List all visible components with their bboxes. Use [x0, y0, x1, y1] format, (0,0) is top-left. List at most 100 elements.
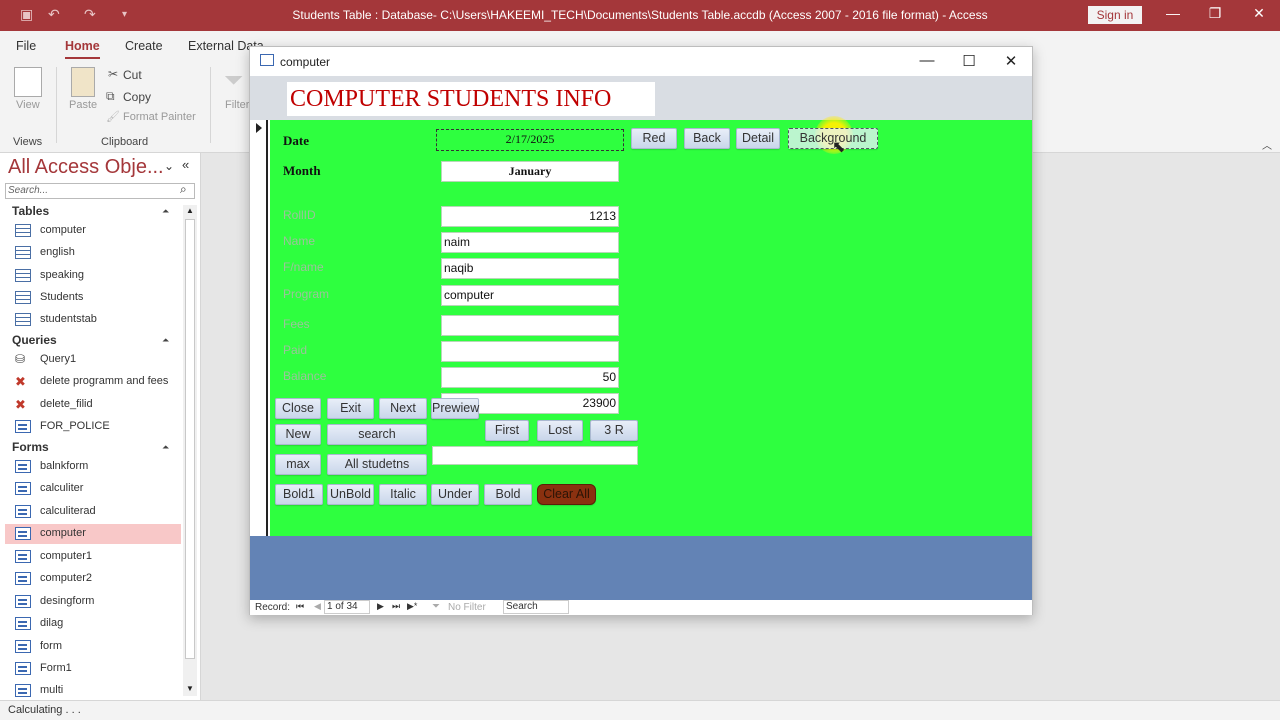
name-field[interactable]: naim [441, 232, 619, 253]
shutter-bar-icon[interactable]: « [182, 157, 189, 172]
record-search-input[interactable]: Search [503, 600, 569, 614]
nav-item-table-computer[interactable]: computer [5, 221, 181, 241]
nav-item-form-desingform[interactable]: desingform [5, 592, 181, 612]
scroll-up-icon[interactable]: ▲ [186, 206, 194, 215]
nav-item-form-balnkform[interactable]: balnkform [5, 457, 181, 477]
new-button[interactable]: New [275, 424, 321, 445]
nav-item-query1[interactable]: ⛁ Query1 [5, 350, 181, 370]
search-button[interactable]: search [327, 424, 427, 445]
new-record-icon[interactable]: ▶* [407, 601, 417, 612]
copy-icon[interactable]: ⧉ [106, 89, 115, 104]
previous-record-icon[interactable]: ◀ [314, 601, 321, 612]
filter-icon[interactable]: ⏷ [224, 67, 243, 95]
nav-section-queries[interactable]: Queries [12, 333, 57, 347]
search-value-field[interactable] [432, 446, 638, 465]
nav-title[interactable]: All Access Obje... [8, 156, 164, 179]
form-minimize-icon[interactable]: — [912, 52, 942, 69]
first-record-icon[interactable]: ⏮ [296, 601, 304, 612]
under-button[interactable]: Under [431, 484, 479, 505]
filter-label[interactable]: Filter [225, 99, 249, 111]
collapse-forms-icon[interactable]: ⏶ [162, 442, 169, 453]
format-painter-button[interactable]: Format Painter [123, 111, 196, 123]
filter-status[interactable]: No Filter [448, 602, 486, 613]
scroll-down-icon[interactable]: ▼ [186, 684, 194, 693]
cut-button[interactable]: Cut [123, 68, 142, 82]
nav-item-form-calculiter[interactable]: calculiter [5, 479, 181, 499]
nav-item-form-form[interactable]: form [5, 637, 181, 657]
nav-search-input[interactable]: Search... [5, 183, 195, 199]
nav-item-delete-programm[interactable]: ✖ delete programm and fees [5, 372, 181, 392]
detail-button[interactable]: Detail [736, 128, 780, 149]
nav-item-form-computer1[interactable]: computer1 [5, 547, 181, 567]
tab-home[interactable]: Home [65, 39, 100, 59]
rollid-field[interactable]: 1213 [441, 206, 619, 227]
sign-in-button[interactable]: Sign in [1088, 6, 1142, 24]
lost-button[interactable]: Lost [537, 420, 583, 441]
nav-menu-icon[interactable]: ⌄ [164, 159, 174, 173]
nav-section-forms[interactable]: Forms [12, 440, 49, 454]
restore-icon[interactable]: ❐ [1200, 5, 1230, 22]
exit-button[interactable]: Exit [327, 398, 374, 419]
paste-icon[interactable] [71, 67, 95, 97]
form-window-titlebar[interactable]: computer — ☐ ✕ [250, 47, 1032, 76]
nav-section-tables[interactable]: Tables [12, 204, 49, 218]
copy-button[interactable]: Copy [123, 90, 151, 104]
next-record-icon[interactable]: ▶ [377, 601, 384, 612]
preview-button[interactable]: Prewiew [431, 398, 479, 419]
paste-label[interactable]: Paste [69, 99, 97, 111]
collapse-queries-icon[interactable]: ⏶ [162, 335, 169, 346]
nav-item-table-english[interactable]: english [5, 243, 181, 263]
program-field[interactable]: computer [441, 285, 619, 306]
form-maximize-icon[interactable]: ☐ [954, 52, 984, 70]
close-icon[interactable]: ✕ [1244, 5, 1274, 22]
collapse-ribbon-icon[interactable]: ︿ [1262, 137, 1272, 152]
back-button[interactable]: Back [684, 128, 730, 149]
format-painter-icon[interactable]: 🖌 [106, 110, 120, 123]
tab-create[interactable]: Create [125, 39, 163, 53]
nav-item-for-police[interactable]: FOR_POLICE [5, 417, 181, 437]
minimize-icon[interactable]: — [1158, 5, 1188, 21]
first-button[interactable]: First [485, 420, 529, 441]
search-icon[interactable]: ⌕ [180, 182, 187, 197]
record-label: Record: [255, 602, 291, 613]
nav-item-table-speaking[interactable]: speaking [5, 266, 181, 286]
balance-field[interactable]: 50 [441, 367, 619, 388]
fees-field[interactable] [441, 315, 619, 336]
record-selector[interactable] [250, 120, 268, 536]
month-label: Month [283, 163, 321, 178]
form-close-icon[interactable]: ✕ [996, 52, 1026, 70]
nav-item-form-dilag[interactable]: dilag [5, 614, 181, 634]
fname-field[interactable]: naqib [441, 258, 619, 279]
collapse-tables-icon[interactable]: ⏶ [162, 206, 169, 217]
red-button[interactable]: Red [631, 128, 677, 149]
view-icon[interactable] [14, 67, 42, 97]
all-students-button[interactable]: All studetns [327, 454, 427, 475]
current-record-field[interactable]: 1 of 34 [324, 600, 370, 614]
cut-icon[interactable]: ✂ [108, 67, 118, 81]
next-button[interactable]: Next [379, 398, 427, 419]
view-label[interactable]: View [16, 99, 40, 111]
bold-button[interactable]: Bold [484, 484, 532, 505]
bold1-button[interactable]: Bold1 [275, 484, 323, 505]
clear-all-button[interactable]: Clear All [537, 484, 596, 505]
max-button[interactable]: max [275, 454, 321, 475]
last-record-icon[interactable]: ⏭ [392, 601, 400, 612]
nav-item-form-form1[interactable]: Form1 [5, 659, 181, 679]
3r-button[interactable]: 3 R [590, 420, 638, 441]
month-field[interactable]: January [441, 161, 619, 182]
paid-field[interactable] [441, 341, 619, 362]
scroll-thumb[interactable] [185, 219, 195, 659]
nav-item-delete-filid[interactable]: ✖ delete_filid [5, 395, 181, 415]
nav-item-form-computer2[interactable]: computer2 [5, 569, 181, 589]
tab-file[interactable]: File [16, 39, 36, 53]
nav-scrollbar[interactable]: ▲ ▼ [183, 205, 197, 696]
nav-item-table-students[interactable]: Students [5, 288, 181, 308]
nav-item-form-calculiterad[interactable]: calculiterad [5, 502, 181, 522]
unbold-button[interactable]: UnBold [327, 484, 374, 505]
date-field[interactable]: 2/17/2025 [436, 129, 624, 151]
nav-item-form-computer[interactable]: computer [5, 524, 181, 544]
italic-button[interactable]: Italic [379, 484, 427, 505]
nav-item-table-studentstab[interactable]: studentstab [5, 310, 181, 330]
close-button[interactable]: Close [275, 398, 321, 419]
nav-item-form-multi[interactable]: multi [5, 681, 181, 701]
